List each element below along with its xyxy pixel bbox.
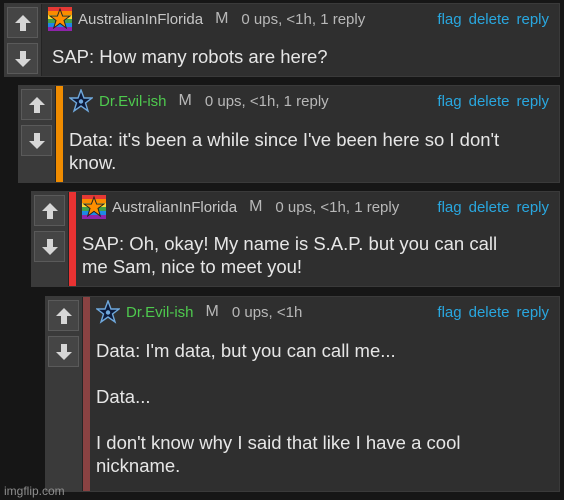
arrow-up-icon bbox=[41, 202, 58, 219]
rainbow-star-avatar[interactable] bbox=[48, 7, 72, 31]
reply-link[interactable]: reply bbox=[516, 11, 549, 28]
arrow-up-icon bbox=[28, 96, 45, 113]
blue-star-avatar[interactable] bbox=[69, 89, 93, 113]
gender-mark: M bbox=[215, 10, 229, 27]
flag-link[interactable]: flag bbox=[437, 304, 461, 321]
imgflip-watermark: imgflip.com bbox=[4, 484, 65, 498]
vote-column bbox=[19, 86, 56, 182]
comment-meta: 0 ups, <1h, 1 reply bbox=[241, 10, 366, 28]
username-link[interactable]: Dr.Evil-ish bbox=[99, 93, 167, 110]
comment-meta: 0 ups, <1h bbox=[231, 303, 303, 321]
reply-link[interactable]: reply bbox=[516, 304, 549, 321]
thread-accent-bar bbox=[69, 192, 76, 286]
arrow-down-icon bbox=[14, 50, 31, 67]
upvote-button[interactable] bbox=[34, 195, 65, 226]
delete-link[interactable]: delete bbox=[469, 11, 510, 28]
vote-column bbox=[5, 4, 42, 76]
delete-link[interactable]: delete bbox=[469, 304, 510, 321]
arrow-up-icon bbox=[14, 14, 31, 31]
reply-link[interactable]: reply bbox=[516, 199, 549, 216]
gender-mark: M bbox=[249, 198, 263, 215]
thread-accent-bar bbox=[56, 86, 63, 182]
downvote-button[interactable] bbox=[21, 125, 52, 156]
comment: AustralianInFlorida M 0 ups, <1h, 1 repl… bbox=[31, 191, 560, 287]
flag-link[interactable]: flag bbox=[437, 93, 461, 110]
arrow-up-icon bbox=[55, 307, 72, 324]
vote-column bbox=[46, 297, 83, 491]
arrow-down-icon bbox=[55, 343, 72, 360]
upvote-button[interactable] bbox=[48, 300, 79, 331]
arrow-down-icon bbox=[28, 132, 45, 149]
thread-accent-bar bbox=[83, 297, 90, 491]
flag-link[interactable]: flag bbox=[437, 199, 461, 216]
comment-text: SAP: How many robots are here? bbox=[52, 46, 328, 67]
downvote-button[interactable] bbox=[7, 43, 38, 74]
comment: Dr.Evil-ish M 0 ups, <1h, 1 reply flag d… bbox=[18, 85, 560, 183]
username-link[interactable]: Dr.Evil-ish bbox=[126, 304, 194, 321]
gender-mark: M bbox=[205, 303, 219, 320]
delete-link[interactable]: delete bbox=[469, 93, 510, 110]
arrow-down-icon bbox=[41, 238, 58, 255]
upvote-button[interactable] bbox=[7, 7, 38, 38]
blue-star-avatar[interactable] bbox=[96, 300, 120, 324]
downvote-button[interactable] bbox=[34, 231, 65, 262]
downvote-button[interactable] bbox=[48, 336, 79, 367]
comment-meta: 0 ups, <1h, 1 reply bbox=[204, 92, 329, 110]
reply-link[interactable]: reply bbox=[516, 93, 549, 110]
flag-link[interactable]: flag bbox=[437, 11, 461, 28]
username-link[interactable]: AustralianInFlorida bbox=[112, 199, 237, 216]
delete-link[interactable]: delete bbox=[469, 199, 510, 216]
rainbow-star-avatar[interactable] bbox=[82, 195, 106, 219]
gender-mark: M bbox=[178, 92, 192, 109]
comment: Dr.Evil-ish M 0 ups, <1h flag delete rep… bbox=[45, 296, 560, 492]
comment-text: SAP: Oh, okay! My name is S.A.P. but you… bbox=[82, 233, 498, 277]
username-link[interactable]: AustralianInFlorida bbox=[78, 11, 203, 28]
comment-text: Data: I'm data, but you can call me... D… bbox=[96, 340, 461, 476]
comment-meta: 0 ups, <1h, 1 reply bbox=[275, 198, 400, 216]
upvote-button[interactable] bbox=[21, 89, 52, 120]
comment: AustralianInFlorida M 0 ups, <1h, 1 repl… bbox=[4, 3, 560, 77]
comment-text: Data: it's been a while since I've been … bbox=[69, 129, 500, 173]
vote-column bbox=[32, 192, 69, 286]
